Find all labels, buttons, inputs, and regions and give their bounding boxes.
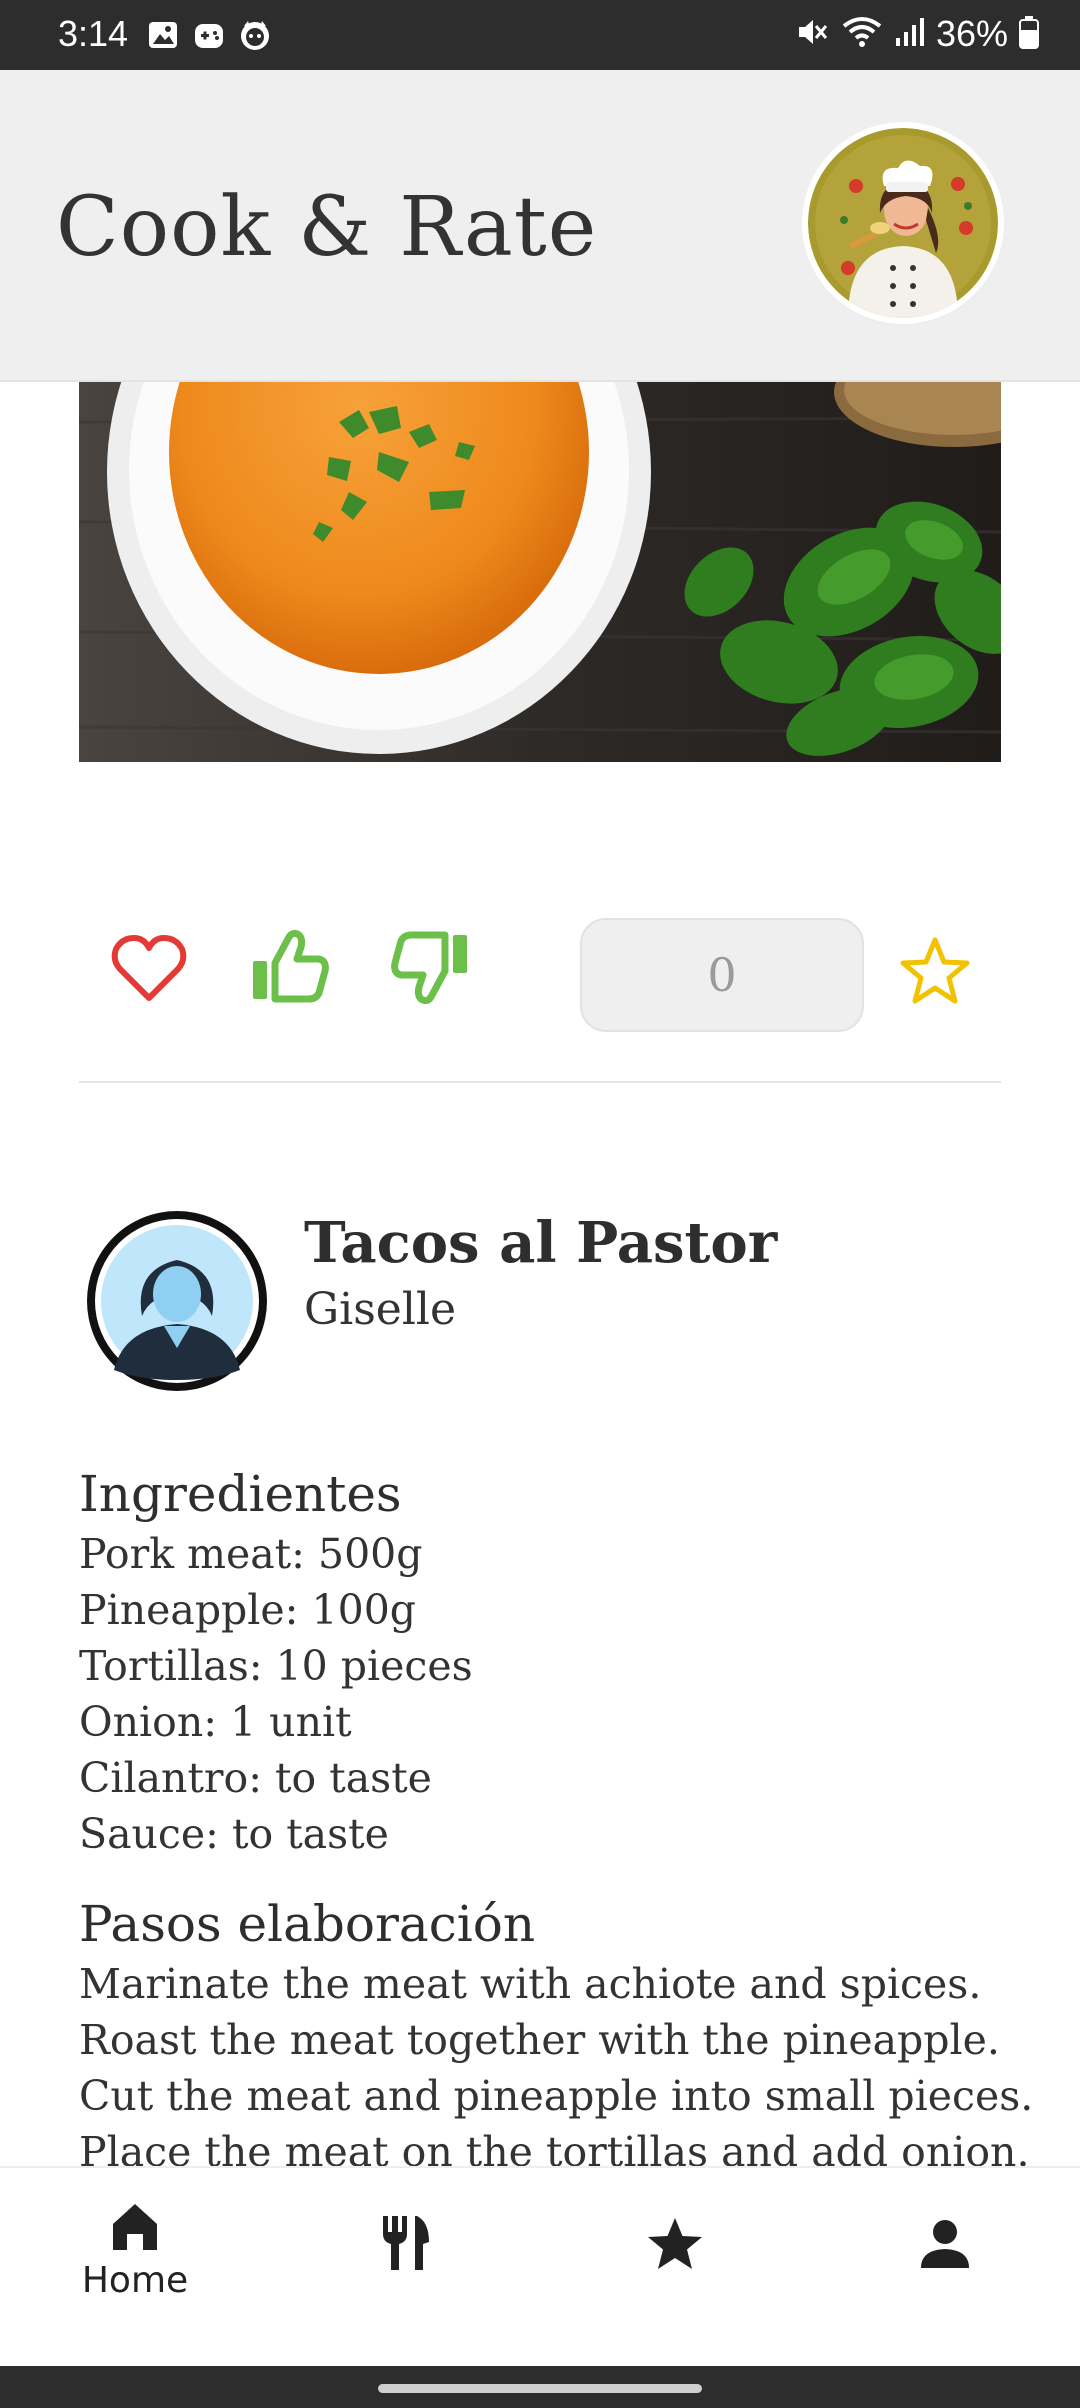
rating-input[interactable]: 0 bbox=[580, 918, 864, 1032]
home-icon bbox=[113, 2204, 157, 2250]
step-item: Cut the meat and pineapple into small pi… bbox=[79, 2072, 1034, 2120]
ingredient-item: Tortillas: 10 pieces bbox=[79, 1642, 473, 1690]
heart-icon bbox=[111, 935, 187, 1001]
thumbs-up-icon bbox=[253, 929, 329, 1003]
step-item: Roast the meat together with the pineapp… bbox=[79, 2016, 1000, 2064]
ingredient-item: Pineapple: 100g bbox=[79, 1586, 417, 1634]
chef-profile-avatar[interactable] bbox=[808, 128, 998, 318]
person-icon bbox=[921, 2220, 969, 2268]
status-time: 3:14 bbox=[58, 13, 129, 54]
soup-photo-illustration bbox=[79, 382, 1001, 762]
bottom-navigation: Home bbox=[0, 2166, 1080, 2368]
recipe-photo bbox=[79, 382, 1001, 762]
app-bar: Cook & Rate bbox=[0, 70, 1080, 382]
steps-title: Pasos elaboración bbox=[79, 1895, 536, 1953]
nav-profile[interactable] bbox=[845, 2216, 1045, 2272]
rate-star-button[interactable] bbox=[893, 929, 977, 1013]
home-gesture-handle[interactable] bbox=[378, 2384, 702, 2393]
app-title: Cook & Rate bbox=[56, 180, 598, 275]
step-item: Marinate the meat with achiote and spice… bbox=[79, 1960, 982, 2008]
signal-icon bbox=[894, 14, 926, 55]
author-avatar[interactable] bbox=[84, 1208, 270, 1394]
author-name: Giselle bbox=[304, 1284, 457, 1335]
ingredient-item: Pork meat: 500g bbox=[79, 1530, 423, 1578]
cutlery-icon bbox=[383, 2216, 429, 2270]
mute-icon bbox=[794, 14, 830, 55]
like-button[interactable] bbox=[247, 925, 331, 1009]
author-avatar-illustration bbox=[87, 1211, 267, 1391]
nav-recipes[interactable] bbox=[305, 2212, 505, 2272]
star-icon bbox=[648, 2218, 702, 2269]
battery-icon bbox=[1018, 14, 1040, 55]
ingredients-title: Ingredientes bbox=[79, 1465, 402, 1523]
ingredient-item: Onion: 1 unit bbox=[79, 1698, 352, 1746]
nav-home[interactable]: Home bbox=[35, 2198, 235, 2301]
thumbs-down-icon bbox=[391, 931, 467, 1005]
gallery-notification-icon bbox=[146, 18, 180, 52]
battery-percent: 36% bbox=[935, 13, 1008, 54]
favorite-button[interactable] bbox=[107, 927, 191, 1011]
steps-section: Pasos elaboración Marinate the meat with… bbox=[79, 1892, 1039, 2166]
recipe-title: Tacos al Pastor bbox=[304, 1210, 778, 1276]
chef-illustration bbox=[808, 128, 998, 318]
status-bar: 3:14 36% bbox=[0, 0, 1080, 70]
system-gesture-bar bbox=[0, 2366, 1080, 2408]
step-item: Place the meat on the tortillas and add … bbox=[79, 2128, 1030, 2166]
section-divider bbox=[79, 1081, 1001, 1083]
status-system-icons: 36% bbox=[794, 12, 1040, 56]
ingredient-item: Sauce: to taste bbox=[79, 1810, 389, 1858]
recipe-actions: 0 bbox=[79, 895, 1001, 1055]
status-notification-icons bbox=[146, 18, 272, 52]
nav-favorites[interactable] bbox=[575, 2216, 775, 2272]
ingredient-item: Cilantro: to taste bbox=[79, 1754, 432, 1802]
star-outline-icon bbox=[900, 937, 970, 1004]
ingredients-section: Ingredientes Pork meat: 500g Pineapple: … bbox=[79, 1462, 1039, 1862]
game-notification-icon bbox=[192, 18, 226, 52]
app-notification-icon bbox=[238, 18, 272, 52]
wifi-icon bbox=[840, 14, 884, 55]
nav-home-label: Home bbox=[81, 2260, 189, 2301]
dislike-button[interactable] bbox=[389, 925, 473, 1009]
